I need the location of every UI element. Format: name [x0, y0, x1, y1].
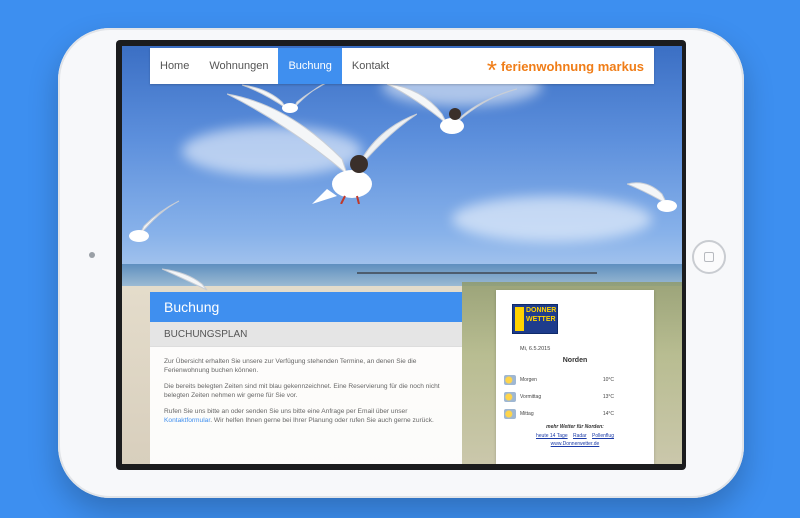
seagull-image	[242, 80, 332, 113]
section-heading: BUCHUNGSPLAN	[150, 322, 462, 347]
logo-star-icon: *	[486, 55, 497, 85]
seagull-image	[129, 200, 180, 242]
weather-date: Mi, 6.5.2015	[520, 346, 551, 352]
weather-period: Vormittag	[520, 394, 542, 400]
weather-link-14-days[interactable]: heute 14 Tage	[536, 433, 568, 439]
weather-period: Morgen	[520, 377, 537, 383]
contact-text-end: . Wir helfen Ihnen gerne bei Ihrer Planu…	[210, 417, 434, 424]
donnerwetter-logo[interactable]: DONNER WETTER	[512, 304, 558, 334]
contact-form-link[interactable]: Kontaktformular	[164, 417, 210, 424]
logo-line1: DONNER	[526, 307, 557, 314]
weather-row: Morgen 10°C	[504, 374, 644, 386]
logo-line2: WETTER	[526, 316, 556, 323]
weather-links: heute 14 Tage Radar Pollenflug	[496, 433, 654, 439]
cloud	[452, 196, 652, 242]
pier	[357, 272, 597, 274]
nav-item-wohnungen[interactable]: Wohnungen	[199, 48, 278, 84]
weather-widget: DONNER WETTER Mi, 6.5.2015 Norden Morgen…	[496, 290, 654, 464]
sun-cloud-icon	[504, 409, 516, 419]
weather-site-link[interactable]: www.Donnerwetter.de	[496, 441, 654, 447]
seagull-image	[387, 83, 517, 134]
paragraph-overview: Zur Übersicht erhalten Sie unsere zur Ve…	[164, 358, 417, 374]
weather-temp: 10°C	[602, 377, 614, 383]
seagull-image	[627, 182, 677, 212]
seagull-image	[162, 268, 208, 291]
booking-description: Zur Übersicht erhalten Sie unsere zur Ve…	[150, 347, 462, 442]
sun-icon	[504, 375, 516, 385]
home-button-icon	[704, 252, 714, 262]
home-button[interactable]	[692, 240, 726, 274]
weather-temp: 13°C	[602, 394, 614, 400]
weather-more-label: mehr Wetter für Norden:	[546, 424, 604, 430]
site-logo[interactable]: * ferienwohnung markus	[487, 49, 644, 83]
contact-text-start: Rufen Sie uns bitte an oder senden Sie u…	[164, 408, 408, 415]
lightning-icon	[515, 307, 524, 331]
sun-icon	[504, 392, 516, 402]
main-navigation: Home Wohnungen Buchung Kontakt * ferienw…	[150, 48, 654, 84]
nav-item-home[interactable]: Home	[150, 48, 199, 84]
front-camera	[89, 252, 95, 258]
paragraph-contact: Rufen Sie uns bitte an oder senden Sie u…	[164, 407, 448, 425]
weather-period: Mittag	[520, 411, 534, 417]
page-title: Buchung	[150, 292, 462, 322]
paragraph-occupied: Die bereits belegten Zeiten sind mit bla…	[164, 383, 440, 399]
weather-row: Vormittag 13°C	[504, 391, 644, 403]
weather-city: Norden	[562, 357, 588, 364]
logo-text: ferienwohnung markus	[500, 58, 644, 74]
nav-item-buchung[interactable]: Buchung	[278, 48, 342, 84]
weather-row: Mittag 14°C	[504, 408, 644, 420]
website-screen: Home Wohnungen Buchung Kontakt * ferienw…	[122, 46, 682, 464]
nav-item-kontakt[interactable]: Kontakt	[342, 48, 399, 84]
booking-content-panel: Buchung BUCHUNGSPLAN Zur Übersicht erhal…	[150, 292, 462, 464]
weather-link-pollen[interactable]: Pollenflug	[592, 433, 614, 439]
weather-link-radar[interactable]: Radar	[573, 433, 587, 439]
weather-temp: 14°C	[602, 411, 614, 417]
